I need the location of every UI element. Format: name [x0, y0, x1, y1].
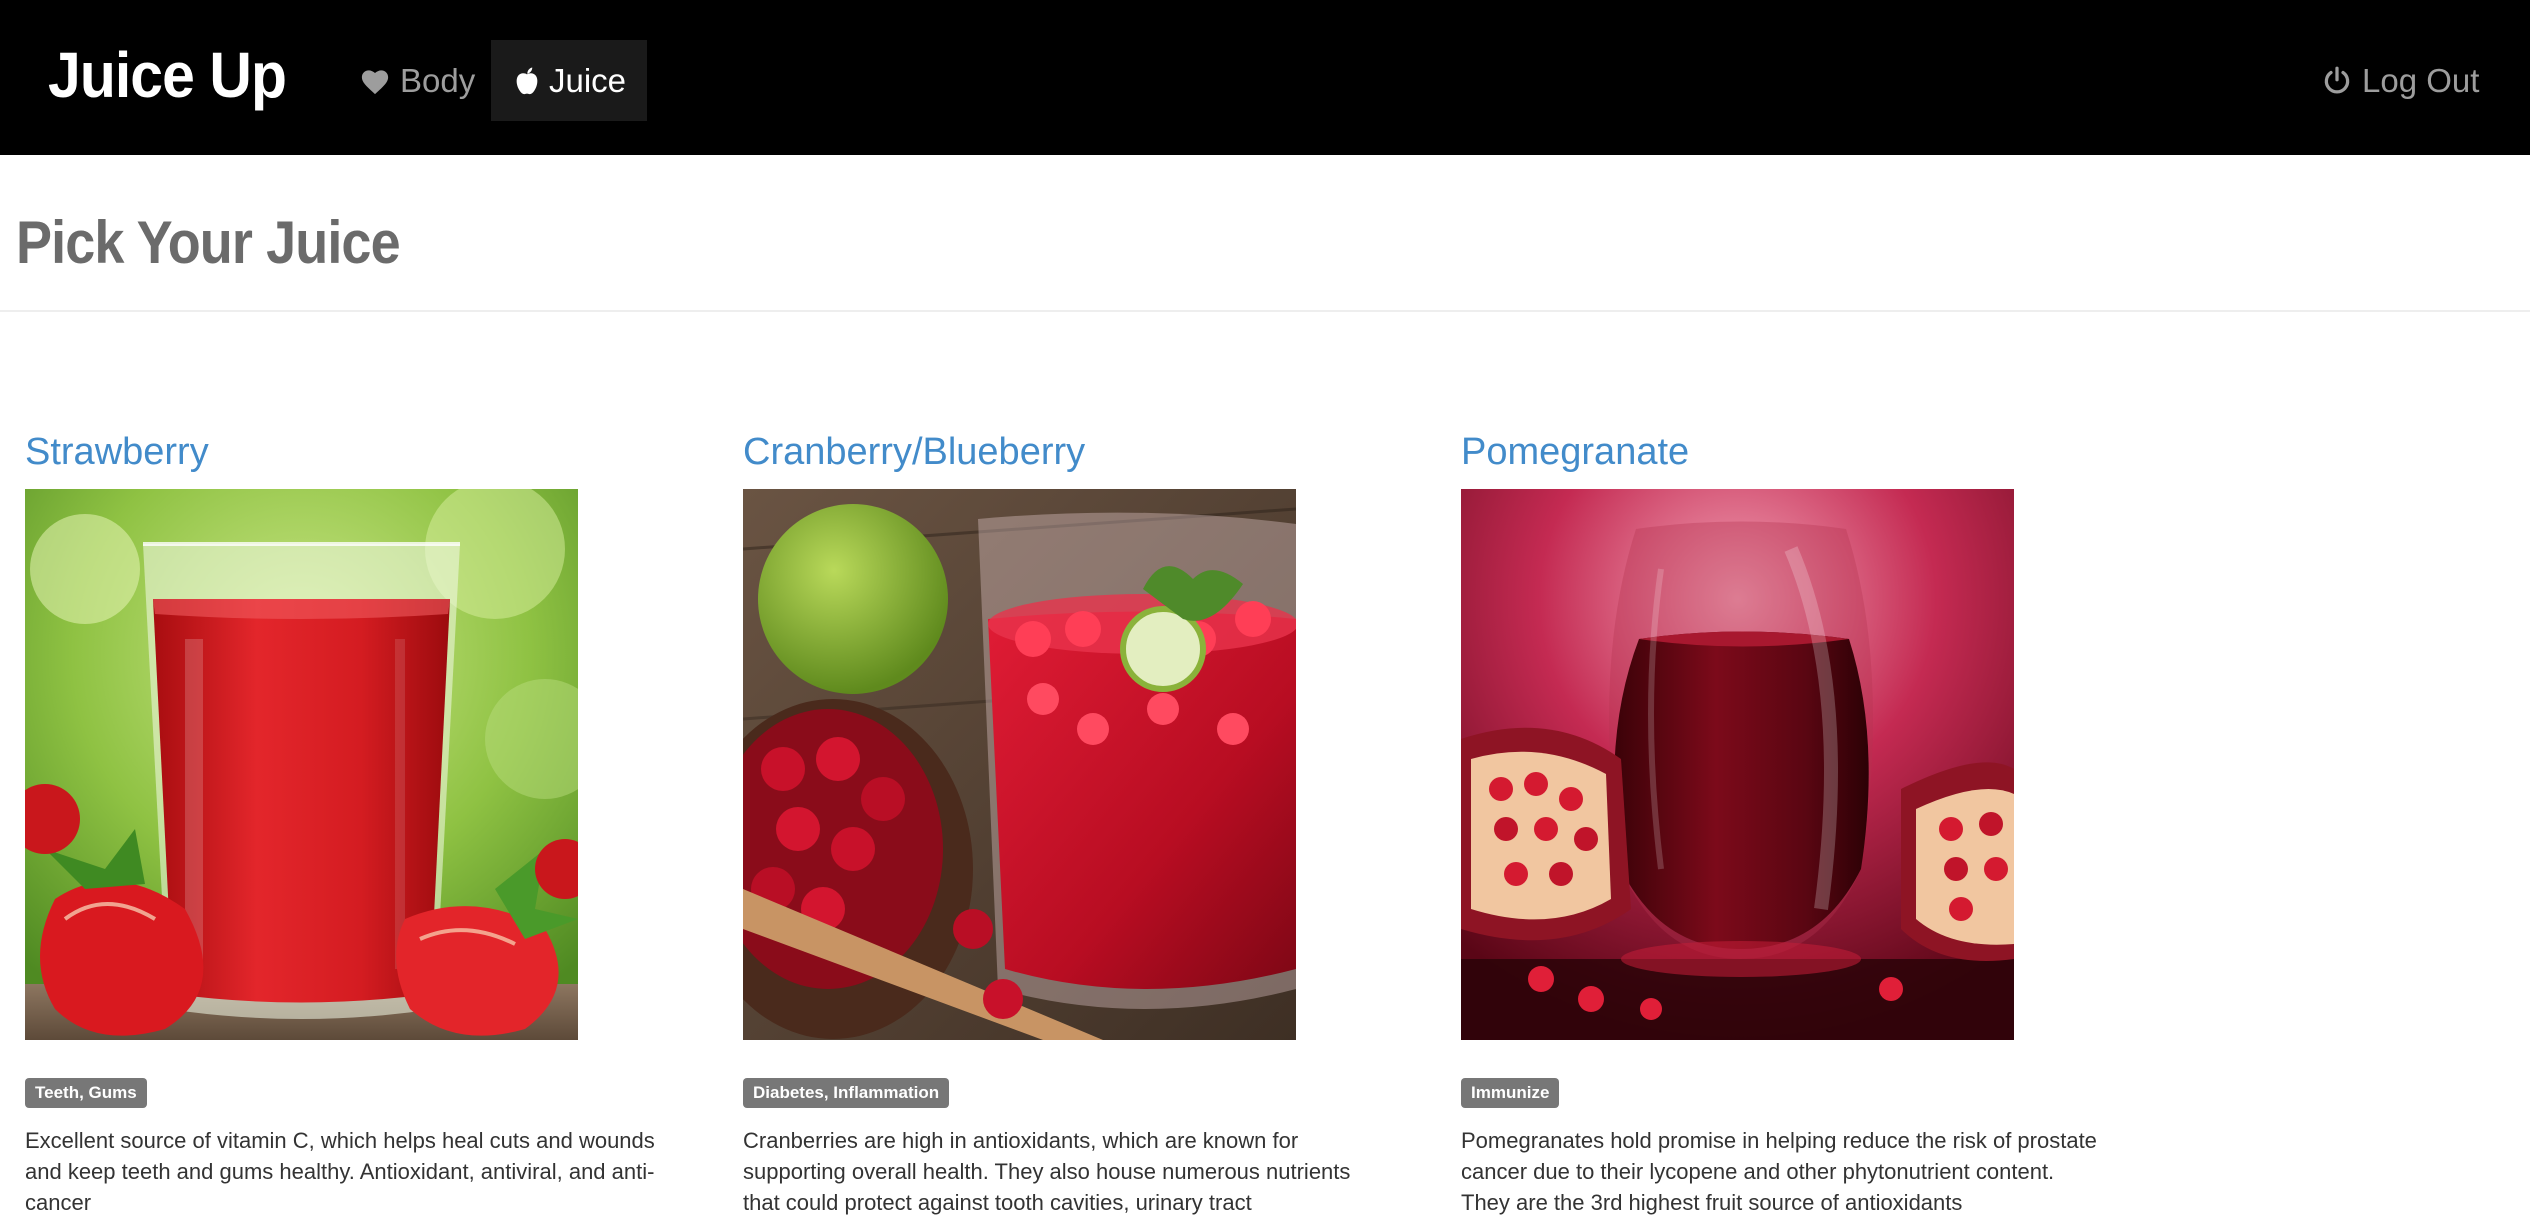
juice-tag-badge: Teeth, Gums — [25, 1078, 147, 1108]
logout-link[interactable]: Log Out — [2322, 40, 2485, 121]
juice-description: Cranberries are high in antioxidants, wh… — [743, 1128, 1351, 1215]
apple-icon — [515, 66, 539, 96]
nav-item-body[interactable]: Body — [358, 40, 497, 121]
heart-icon — [360, 67, 390, 95]
juice-title-link[interactable]: Pomegranate — [1461, 428, 2141, 476]
navbar: Juice Up Body Juice Log Out — [0, 0, 2530, 155]
strawberry-juice-image[interactable] — [25, 489, 578, 1040]
juice-title-link[interactable]: Strawberry — [25, 428, 705, 476]
juice-title-link[interactable]: Cranberry/Blueberry — [743, 428, 1423, 476]
juice-card-cranberry-blueberry: Cranberry/Blueberry Diabetes, Inflammati… — [743, 428, 1423, 1215]
juice-description: Pomegranates hold promise in helping red… — [1461, 1128, 2097, 1215]
cranberry-juice-image[interactable] — [743, 489, 1296, 1040]
juice-card-strawberry: Strawberry Teeth, Gums Excellent source … — [25, 428, 705, 1215]
nav-item-juice[interactable]: Juice — [491, 40, 647, 121]
nav-item-label: Juice — [549, 61, 627, 99]
juice-description: Excellent source of vitamin C, which hel… — [25, 1128, 655, 1215]
juice-card-pomegranate: Pomegranate Immunize Pomegranates hold p… — [1461, 428, 2141, 1215]
page-header: Pick Your Juice — [0, 155, 2530, 312]
brand-logo[interactable]: Juice Up — [48, 30, 287, 120]
power-icon — [2322, 66, 2352, 96]
juice-tag-badge: Immunize — [1461, 1078, 1560, 1108]
pomegranate-juice-image[interactable] — [1461, 489, 2014, 1040]
nav-item-label: Body — [400, 61, 476, 99]
logout-label: Log Out — [2362, 61, 2480, 99]
juice-tag-badge: Diabetes, Inflammation — [743, 1078, 950, 1108]
page-title: Pick Your Juice — [16, 209, 401, 276]
